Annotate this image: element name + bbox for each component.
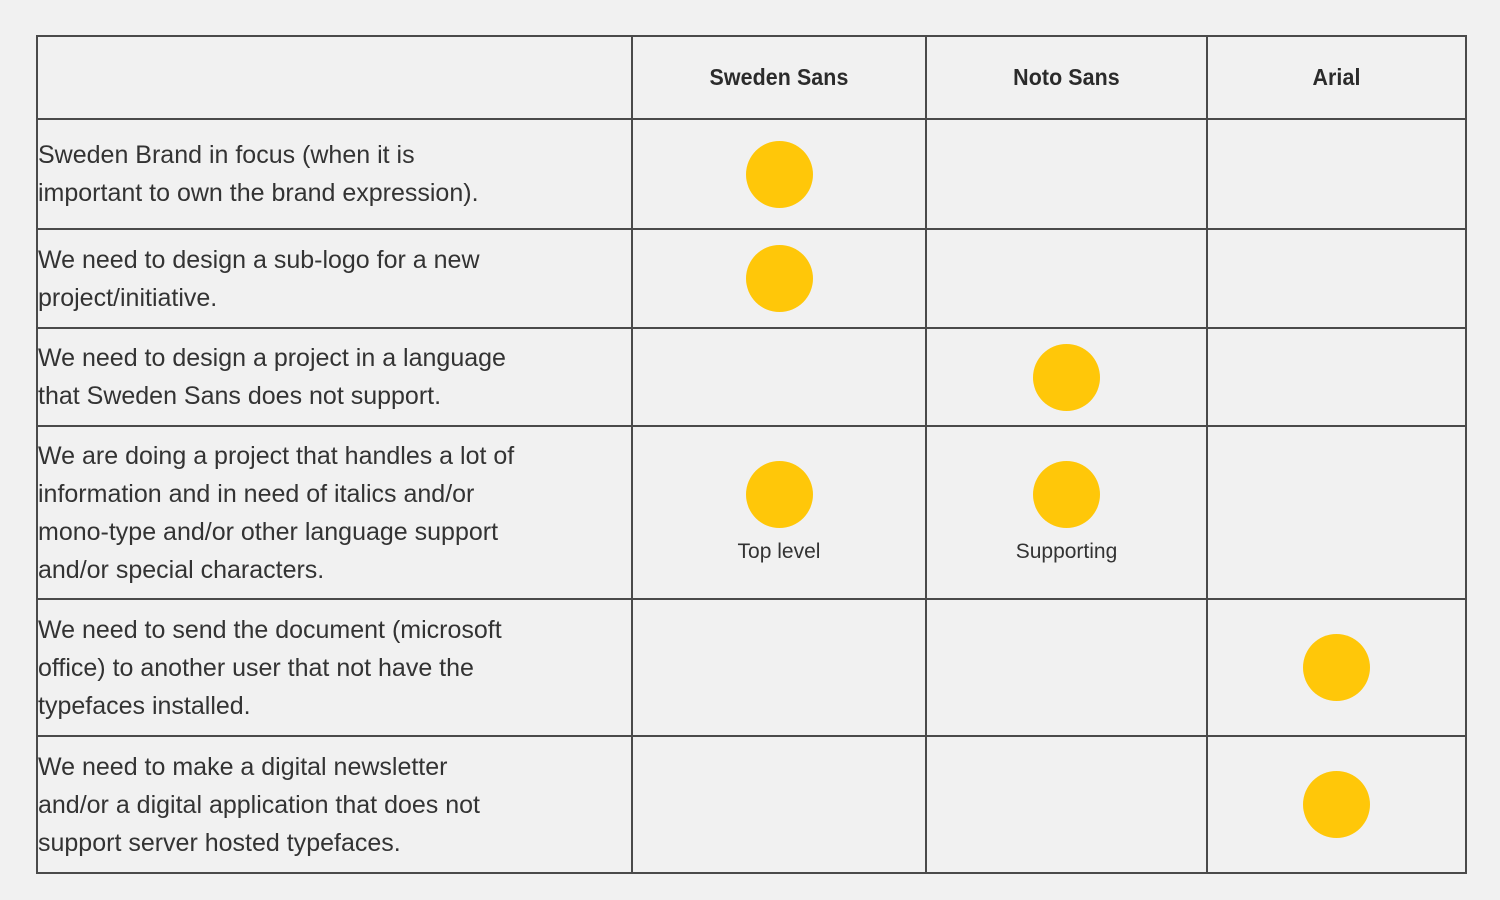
criteria-text: We need to design a sub-logo for a new p… bbox=[38, 245, 480, 312]
criteria-text: Sweden Brand in focus (when it is import… bbox=[38, 141, 479, 207]
criteria-cell: We need to design a project in a languag… bbox=[36, 327, 633, 427]
mark-stack bbox=[1208, 230, 1465, 327]
mark-stack bbox=[633, 329, 925, 425]
table-row: We need to design a sub-logo for a new p… bbox=[36, 228, 1467, 329]
table-header-row: Sweden Sans Noto Sans Arial bbox=[36, 35, 1467, 120]
filled-circle-icon bbox=[1033, 461, 1100, 528]
column-header-sweden-sans: Sweden Sans bbox=[631, 35, 927, 120]
mark-stack: Top level bbox=[633, 427, 925, 598]
mark-cell-sweden-sans bbox=[631, 327, 927, 427]
table-row: We are doing a project that handles a lo… bbox=[36, 425, 1467, 600]
mark-cell-arial bbox=[1206, 425, 1467, 600]
typeface-matrix-container: Sweden Sans Noto Sans Arial Sweden Brand… bbox=[36, 35, 1467, 874]
mark-cell-arial bbox=[1206, 228, 1467, 329]
criteria-cell: We need to make a digital newsletter and… bbox=[36, 735, 633, 874]
mark-cell-noto-sans: Supporting bbox=[925, 425, 1208, 600]
table-header: Sweden Sans Noto Sans Arial bbox=[36, 35, 1467, 120]
mark-stack bbox=[1208, 329, 1465, 425]
column-header-label: Arial bbox=[1312, 64, 1361, 90]
mark-cell-arial bbox=[1206, 598, 1467, 737]
mark-cell-sweden-sans: Top level bbox=[631, 425, 927, 600]
filled-circle-icon bbox=[745, 245, 813, 312]
criteria-cell: We need to send the document (microsoft … bbox=[36, 598, 633, 737]
mark-stack bbox=[927, 120, 1206, 228]
mark-label: Top level bbox=[737, 540, 821, 563]
mark-stack: Supporting bbox=[927, 427, 1206, 598]
mark-cell-noto-sans bbox=[925, 228, 1208, 329]
mark-cell-noto-sans bbox=[925, 327, 1208, 427]
mark-cell-sweden-sans bbox=[631, 118, 927, 230]
mark-cell-noto-sans bbox=[925, 118, 1208, 230]
filled-circle-icon bbox=[1033, 343, 1100, 411]
column-header-noto-sans: Noto Sans bbox=[925, 35, 1208, 120]
filled-circle-icon bbox=[745, 140, 813, 208]
criteria-cell: Sweden Brand in focus (when it is import… bbox=[36, 118, 633, 230]
table-row: We need to make a digital newsletter and… bbox=[36, 735, 1467, 874]
mark-stack bbox=[1208, 427, 1465, 598]
mark-stack bbox=[927, 600, 1206, 735]
column-header-label: Sweden Sans bbox=[709, 64, 849, 90]
mark-stack bbox=[633, 600, 925, 735]
criteria-text: We are doing a project that handles a lo… bbox=[38, 441, 515, 584]
column-header-label: Noto Sans bbox=[1013, 64, 1120, 90]
mark-cell-arial bbox=[1206, 327, 1467, 427]
table-body: Sweden Brand in focus (when it is import… bbox=[36, 118, 1467, 874]
filled-circle-icon bbox=[1303, 634, 1370, 701]
mark-stack bbox=[1208, 737, 1465, 872]
table-row: Sweden Brand in focus (when it is import… bbox=[36, 118, 1467, 230]
mark-cell-noto-sans bbox=[925, 598, 1208, 737]
page-root: Sweden Sans Noto Sans Arial Sweden Brand… bbox=[0, 0, 1500, 900]
table-row: We need to design a project in a languag… bbox=[36, 327, 1467, 427]
mark-cell-sweden-sans bbox=[631, 598, 927, 737]
mark-cell-noto-sans bbox=[925, 735, 1208, 874]
mark-stack bbox=[633, 120, 925, 228]
mark-label: Supporting bbox=[1015, 540, 1118, 563]
header-corner-cell bbox=[36, 35, 633, 120]
column-header-arial: Arial bbox=[1206, 35, 1467, 120]
table-row: We need to send the document (microsoft … bbox=[36, 598, 1467, 737]
filled-circle-icon bbox=[745, 461, 813, 528]
mark-stack bbox=[927, 737, 1206, 872]
mark-stack bbox=[633, 230, 925, 327]
criteria-text: We need to make a digital newsletter and… bbox=[38, 752, 480, 857]
mark-stack bbox=[633, 737, 925, 872]
mark-cell-sweden-sans bbox=[631, 735, 927, 874]
mark-cell-arial bbox=[1206, 735, 1467, 874]
criteria-cell: We need to design a sub-logo for a new p… bbox=[36, 228, 633, 329]
mark-stack bbox=[1208, 600, 1465, 735]
mark-stack bbox=[927, 230, 1206, 327]
filled-circle-icon bbox=[1303, 771, 1370, 838]
criteria-cell: We are doing a project that handles a lo… bbox=[36, 425, 633, 600]
mark-cell-arial bbox=[1206, 118, 1467, 230]
mark-stack bbox=[1208, 120, 1465, 228]
mark-cell-sweden-sans bbox=[631, 228, 927, 329]
typeface-selection-table: Sweden Sans Noto Sans Arial Sweden Brand… bbox=[36, 35, 1467, 874]
criteria-text: We need to send the document (microsoft … bbox=[38, 615, 502, 720]
criteria-text: We need to design a project in a languag… bbox=[38, 344, 506, 410]
mark-stack bbox=[927, 329, 1206, 425]
